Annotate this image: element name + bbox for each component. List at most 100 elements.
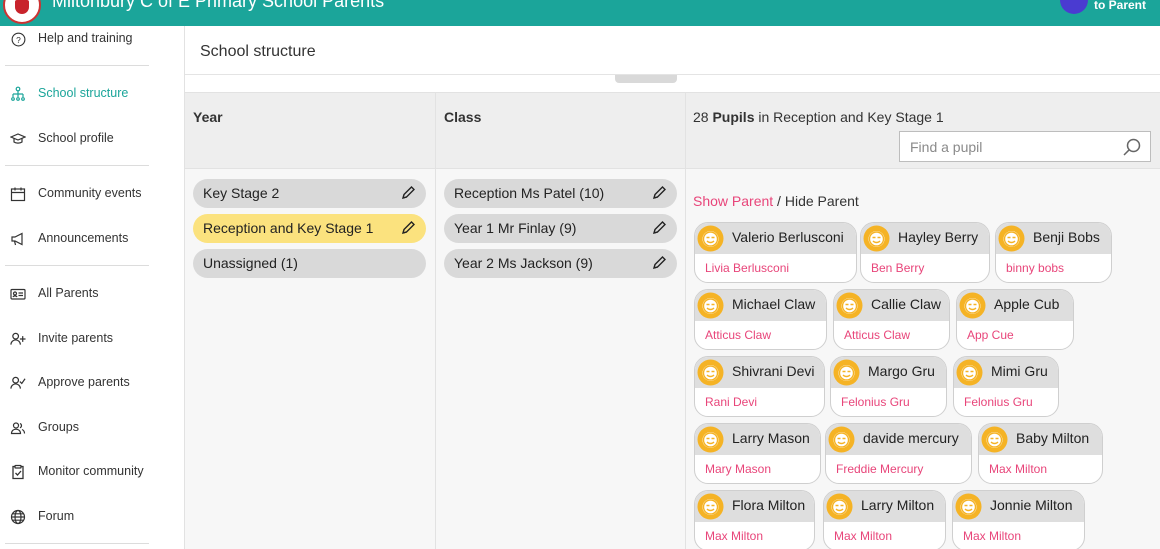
parent-name-link[interactable]: Felonius Gru	[841, 395, 910, 409]
sidebar-item-invite-parents[interactable]: Invite parents	[0, 324, 184, 354]
sidebar-divider	[5, 265, 149, 266]
pupil-card[interactable]: Larry Milton Max Milton	[823, 490, 946, 549]
calendar-icon	[10, 186, 26, 202]
pupil-card[interactable]: Hayley Berry Ben Berry	[860, 222, 990, 283]
graduation-cap-icon	[10, 131, 26, 147]
pupil-card[interactable]: Margo Gru Felonius Gru	[830, 356, 947, 417]
parent-visibility-toggle: Show Parent / Hide Parent	[693, 193, 859, 209]
pupil-name: Larry Mason	[732, 430, 810, 446]
parent-name-link[interactable]: Livia Berlusconi	[705, 261, 789, 275]
pupil-avatar-icon	[959, 292, 986, 319]
sidebar-divider	[5, 543, 149, 544]
parent-name-link[interactable]: Max Milton	[705, 529, 763, 543]
pupil-avatar-icon	[981, 426, 1008, 453]
pupil-avatar-icon	[863, 225, 890, 252]
pupil-name: Jonnie Milton	[990, 497, 1073, 513]
parent-name-link[interactable]: Mary Mason	[705, 462, 771, 476]
class-item-year-1-mr-finlay[interactable]: Year 1 Mr Finlay (9)	[444, 214, 677, 243]
class-item-reception-ms-patel[interactable]: Reception Ms Patel (10)	[444, 179, 677, 208]
hide-parent-link[interactable]: Hide Parent	[785, 193, 859, 209]
parent-name-link[interactable]: Max Milton	[834, 529, 892, 543]
parent-name-link[interactable]: Atticus Claw	[844, 328, 910, 342]
pupil-card[interactable]: Callie Claw Atticus Claw	[833, 289, 950, 350]
pupil-name: Hayley Berry	[898, 229, 979, 245]
pupil-card[interactable]: Apple Cub App Cue	[956, 289, 1074, 350]
pupil-card[interactable]: davide mercury Freddie Mercury	[825, 423, 972, 484]
year-item-reception-and-key-stage-1[interactable]: Reception and Key Stage 1	[193, 214, 426, 243]
year-item-unassigned[interactable]: Unassigned (1)	[193, 249, 426, 278]
parent-name-link[interactable]: Ben Berry	[871, 261, 924, 275]
pupil-avatar-icon	[955, 493, 982, 520]
sidebar-item-groups[interactable]: Groups	[0, 413, 184, 443]
year-item-key-stage-2[interactable]: Key Stage 2	[193, 179, 426, 208]
parent-name-link[interactable]: App Cue	[967, 328, 1014, 342]
parent-name-link[interactable]: Max Milton	[963, 529, 1021, 543]
show-parent-link[interactable]: Show Parent	[693, 193, 773, 209]
pupil-name: Shivrani Devi	[732, 363, 815, 379]
pupil-card[interactable]: Michael Claw Atticus Claw	[694, 289, 827, 350]
class-item-year-2-ms-jackson[interactable]: Year 2 Ms Jackson (9)	[444, 249, 677, 278]
pupil-avatar-icon	[828, 426, 855, 453]
pupils-column: 28 Pupils in Reception and Key Stage 1 S…	[685, 92, 1160, 549]
pupil-card[interactable]: Baby Milton Max Milton	[978, 423, 1103, 484]
globe-icon	[10, 509, 26, 525]
sidebar: ? Help and training School structure Sch…	[0, 26, 185, 549]
user-plus-icon	[10, 331, 26, 347]
pupil-search	[899, 131, 1151, 162]
pupils-count: 28	[693, 109, 709, 125]
parent-name-link[interactable]: Atticus Claw	[705, 328, 771, 342]
pupil-card[interactable]: Flora Milton Max Milton	[694, 490, 815, 549]
sidebar-item-school-profile[interactable]: School profile	[0, 124, 184, 154]
edit-pencil-icon[interactable]	[651, 255, 667, 271]
class-header-label: Class	[444, 109, 482, 125]
school-logo	[3, 0, 41, 24]
pupil-card[interactable]: Shivrani Devi Rani Devi	[694, 356, 825, 417]
pupil-name: Mimi Gru	[991, 363, 1048, 379]
main-content: School structure Year Key Stage 2 Recept…	[185, 26, 1160, 549]
parent-name-link[interactable]: Felonius Gru	[964, 395, 1033, 409]
pupil-card[interactable]: Jonnie Milton Max Milton	[952, 490, 1085, 549]
edit-pencil-icon[interactable]	[400, 185, 416, 201]
edit-pencil-icon[interactable]	[651, 220, 667, 236]
toolbar-tab-stub[interactable]	[615, 75, 677, 83]
sidebar-item-label: School profile	[38, 131, 114, 145]
toolbar-strip	[185, 74, 1160, 92]
pupils-list: Show Parent / Hide Parent Valerio Berlus…	[686, 169, 1160, 549]
sidebar-item-all-parents[interactable]: All Parents	[0, 279, 184, 309]
sidebar-item-help-and-training[interactable]: ? Help and training	[0, 24, 184, 54]
sidebar-item-label: Approve parents	[38, 375, 130, 389]
parent-name-link[interactable]: Max Milton	[989, 462, 1047, 476]
year-header-label: Year	[193, 109, 223, 125]
year-column-header: Year	[185, 92, 435, 169]
pupil-card[interactable]: Mimi Gru Felonius Gru	[953, 356, 1059, 417]
hierarchy-icon	[10, 86, 26, 102]
edit-pencil-icon[interactable]	[400, 220, 416, 236]
pupil-name: Valerio Berlusconi	[732, 229, 844, 245]
pupil-card[interactable]: Valerio Berlusconi Livia Berlusconi	[694, 222, 857, 283]
pupil-card[interactable]: Larry Mason Mary Mason	[694, 423, 821, 484]
sidebar-item-monitor-community[interactable]: Monitor community	[0, 457, 184, 487]
svg-text:?: ?	[16, 34, 21, 44]
sidebar-item-school-structure[interactable]: School structure	[0, 79, 184, 109]
pupil-search-input[interactable]	[900, 132, 1110, 161]
sidebar-item-community-events[interactable]: Community events	[0, 179, 184, 209]
sidebar-item-announcements[interactable]: Announcements	[0, 224, 184, 254]
year-item-label: Key Stage 2	[203, 185, 280, 201]
sidebar-item-approve-parents[interactable]: Approve parents	[0, 368, 184, 398]
year-item-label: Reception and Key Stage 1	[203, 220, 374, 236]
pupil-name: Benji Bobs	[1033, 229, 1100, 245]
toggle-separator: /	[773, 193, 785, 209]
edit-pencil-icon[interactable]	[651, 185, 667, 201]
pupil-name: Baby Milton	[1016, 430, 1090, 446]
switch-role-icon[interactable]	[1060, 0, 1088, 14]
parent-name-link[interactable]: binny bobs	[1006, 261, 1064, 275]
year-item-label: Unassigned (1)	[203, 255, 298, 271]
pupil-card[interactable]: Benji Bobs binny bobs	[995, 222, 1112, 283]
parent-name-link[interactable]: Rani Devi	[705, 395, 757, 409]
pupils-column-header: 28 Pupils in Reception and Key Stage 1	[686, 92, 1160, 169]
search-icon[interactable]	[1122, 137, 1142, 157]
sidebar-item-forum[interactable]: Forum	[0, 502, 184, 532]
switch-role-label[interactable]: to Parent	[1094, 0, 1146, 12]
year-list: Key Stage 2 Reception and Key Stage 1 Un…	[185, 169, 435, 549]
parent-name-link[interactable]: Freddie Mercury	[836, 462, 923, 476]
